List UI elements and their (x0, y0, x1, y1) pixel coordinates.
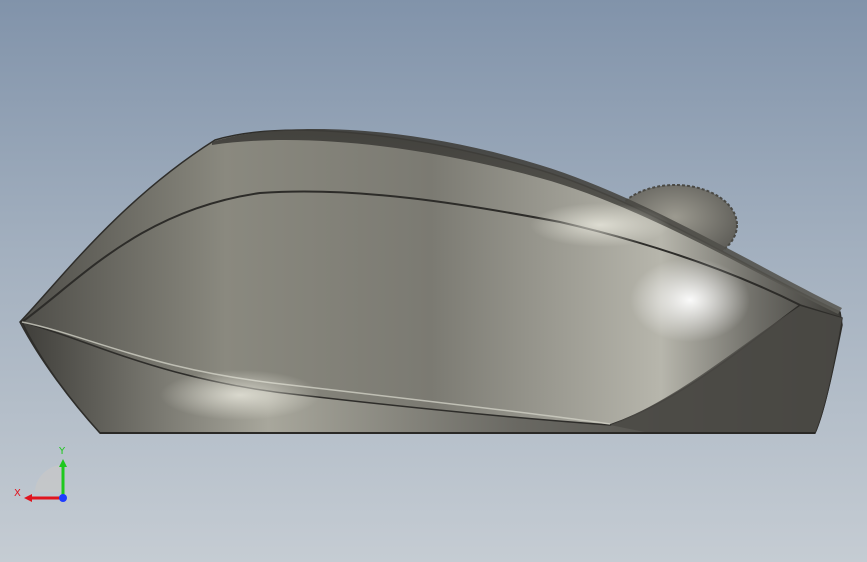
triad-plane (35, 465, 62, 492)
specular-highlight-top (530, 203, 670, 247)
x-axis-label: X (14, 488, 21, 499)
y-axis-arrowhead (59, 459, 67, 467)
specular-highlight-side (160, 370, 320, 420)
cad-viewport[interactable]: X Y (0, 0, 867, 562)
x-axis-arrowhead (24, 494, 32, 502)
axis-triad: X Y (14, 446, 67, 502)
z-axis-dot (59, 494, 67, 502)
mouse-model-side-view[interactable] (0, 0, 867, 562)
y-axis-label: Y (58, 446, 66, 457)
specular-highlight-rear (630, 258, 750, 342)
